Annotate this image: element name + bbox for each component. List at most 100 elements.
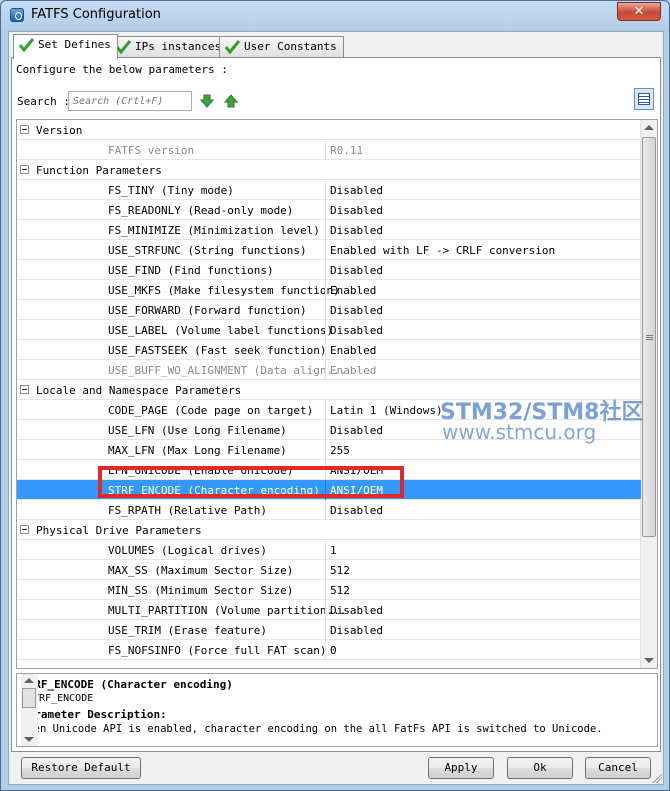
parameter-value[interactable]: Disabled xyxy=(330,504,383,517)
parameter-row[interactable]: USE_TRIM (Erase feature) Disabled xyxy=(17,620,641,640)
parameter-row[interactable]: MAX_SS (Maximum Sector Size) 512 xyxy=(17,560,641,580)
parameter-row[interactable]: FS_RPATH (Relative Path) Disabled xyxy=(17,500,641,520)
close-button[interactable]: ✕ xyxy=(617,2,661,21)
ok-button[interactable]: Ok xyxy=(507,757,573,779)
parameter-value[interactable]: Latin 1 (Windows) xyxy=(330,404,443,417)
parameter-name: CODE_PAGE (Code page on target) xyxy=(108,404,314,417)
parameter-value[interactable]: Disabled xyxy=(330,424,383,437)
description-scrollbar[interactable] xyxy=(21,674,38,746)
scroll-down-icon[interactable] xyxy=(644,658,654,663)
check-icon xyxy=(116,40,131,54)
parameter-value[interactable]: Enabled xyxy=(330,364,376,377)
scroll-down-icon[interactable] xyxy=(24,737,34,742)
column-separator xyxy=(325,400,326,420)
parameter-value[interactable]: R0.11 xyxy=(330,144,363,157)
parameter-name: MAX_LFN (Max Long Filename) xyxy=(108,444,287,457)
dialog-window: FATFS Configuration ✕ Set Defines IPs in… xyxy=(0,0,670,791)
parameter-row[interactable]: FS_READONLY (Read-only mode) Disabled xyxy=(17,200,641,220)
description-panel: STRF_ENCODE (Character encoding) _STRF_E… xyxy=(16,673,658,747)
parameter-row[interactable]: USE_FORWARD (Forward function) Disabled xyxy=(17,300,641,320)
parameter-name: USE_BUFF_WO_ALIGNMENT (Data align... xyxy=(108,364,347,377)
parameter-value[interactable]: Disabled xyxy=(330,264,383,277)
tab-ips-instances[interactable]: IPs instances xyxy=(110,36,229,58)
parameter-row[interactable]: MULTI_PARTITION (Volume partition... Disa… xyxy=(17,600,641,620)
watermark-url: www.stmcu.org xyxy=(442,420,597,444)
tab-set-defines[interactable]: Set Defines xyxy=(13,34,118,59)
scroll-thumb[interactable] xyxy=(22,688,36,708)
parameter-value[interactable]: Disabled xyxy=(330,304,383,317)
column-separator xyxy=(325,600,326,620)
parameter-value[interactable]: Disabled xyxy=(330,324,383,337)
column-separator xyxy=(325,580,326,600)
scroll-thumb[interactable] xyxy=(642,137,656,537)
parameter-value[interactable]: Enabled with LF -> CRLF conversion xyxy=(330,244,555,257)
parameter-name: USE_FORWARD (Forward function) xyxy=(108,304,307,317)
column-separator xyxy=(325,620,326,640)
description-heading: Parameter Description: xyxy=(21,708,167,721)
cancel-button[interactable]: Cancel xyxy=(585,757,651,779)
scroll-up-icon[interactable] xyxy=(24,678,34,683)
column-separator xyxy=(325,360,326,380)
parameter-row[interactable]: VOLUMES (Logical drives) 1 xyxy=(17,540,641,560)
parameter-row[interactable]: USE_LABEL (Volume label functions) Disabl… xyxy=(17,320,641,340)
title-bar[interactable]: FATFS Configuration ✕ xyxy=(1,1,669,29)
parameter-value[interactable]: Enabled xyxy=(330,284,376,297)
apply-button[interactable]: Apply xyxy=(428,757,494,779)
parameter-row[interactable]: FATFS version R0.11 xyxy=(17,140,641,160)
group-header-row[interactable]: Physical Drive Parameters xyxy=(17,520,641,540)
parameter-row[interactable]: USE_FASTSEEK (Fast seek function) Enabled xyxy=(17,340,641,360)
collapse-icon[interactable] xyxy=(20,525,29,534)
tab-user-constants[interactable]: User Constants xyxy=(219,36,344,58)
collapse-icon[interactable] xyxy=(20,125,29,134)
search-label: Search : xyxy=(17,95,70,108)
parameter-value[interactable]: Disabled xyxy=(330,624,383,637)
restore-default-button[interactable]: Restore Default xyxy=(21,757,141,779)
parameter-name: FS_RPATH (Relative Path) xyxy=(108,504,267,517)
parameter-value[interactable]: 255 xyxy=(330,444,350,457)
parameter-name: USE_STRFUNC (String functions) xyxy=(108,244,307,257)
column-separator xyxy=(325,540,326,560)
parameter-row[interactable]: MIN_SS (Minimum Sector Size) 512 xyxy=(17,580,641,600)
resize-grip[interactable] xyxy=(650,771,662,783)
parameter-value[interactable]: Disabled xyxy=(330,604,383,617)
parameter-value[interactable]: 0 xyxy=(330,644,337,657)
parameter-value[interactable]: Disabled xyxy=(330,204,383,217)
list-view-icon xyxy=(638,93,650,105)
search-input[interactable] xyxy=(68,91,192,111)
group-header-row[interactable]: Version xyxy=(17,120,641,140)
parameter-row[interactable]: USE_MKFS (Make filesystem function) Enabl… xyxy=(17,280,641,300)
group-name: Function Parameters xyxy=(36,164,162,177)
tab-label: Set Defines xyxy=(38,38,111,51)
group-name: Physical Drive Parameters xyxy=(36,524,202,537)
parameter-name: VOLUMES (Logical drives) xyxy=(108,544,267,557)
view-mode-button[interactable] xyxy=(634,88,654,110)
group-header-row[interactable]: Function Parameters xyxy=(17,160,641,180)
parameter-value[interactable]: Disabled xyxy=(330,184,383,197)
parameter-value[interactable]: 512 xyxy=(330,584,350,597)
parameter-value[interactable]: 512 xyxy=(330,564,350,577)
parameter-row[interactable]: FS_MINIMIZE (Minimization level) Disabled xyxy=(17,220,641,240)
configure-text: Configure the below parameters : xyxy=(16,63,228,76)
tab-label: User Constants xyxy=(244,40,337,53)
parameter-row[interactable]: FS_TINY (Tiny mode) Disabled xyxy=(17,180,641,200)
parameter-name: USE_LFN (Use Long Filename) xyxy=(108,424,287,437)
parameter-name: MULTI_PARTITION (Volume partition... xyxy=(108,604,347,617)
parameter-value[interactable]: Disabled xyxy=(330,224,383,237)
description-text: When Unicode API is enabled, character e… xyxy=(21,723,603,735)
collapse-icon[interactable] xyxy=(20,385,29,394)
arrow-down-icon[interactable] xyxy=(200,94,214,108)
scroll-up-icon[interactable] xyxy=(644,125,654,130)
parameter-row[interactable]: USE_STRFUNC (String functions) Enabled wi… xyxy=(17,240,641,260)
arrow-up-icon[interactable] xyxy=(224,94,238,108)
grip-icon xyxy=(646,335,653,340)
parameter-value[interactable]: Enabled xyxy=(330,344,376,357)
parameter-value[interactable]: 1 xyxy=(330,544,337,557)
column-separator xyxy=(325,640,326,660)
column-separator xyxy=(325,240,326,260)
parameter-row[interactable]: USE_BUFF_WO_ALIGNMENT (Data align... Enab… xyxy=(17,360,641,380)
parameter-name: USE_FIND (Find functions) xyxy=(108,264,274,277)
window-title: FATFS Configuration xyxy=(31,7,161,22)
parameter-row[interactable]: FS_NOFSINFO (Force full FAT scan) 0 xyxy=(17,640,641,660)
parameter-row[interactable]: USE_FIND (Find functions) Disabled xyxy=(17,260,641,280)
collapse-icon[interactable] xyxy=(20,165,29,174)
